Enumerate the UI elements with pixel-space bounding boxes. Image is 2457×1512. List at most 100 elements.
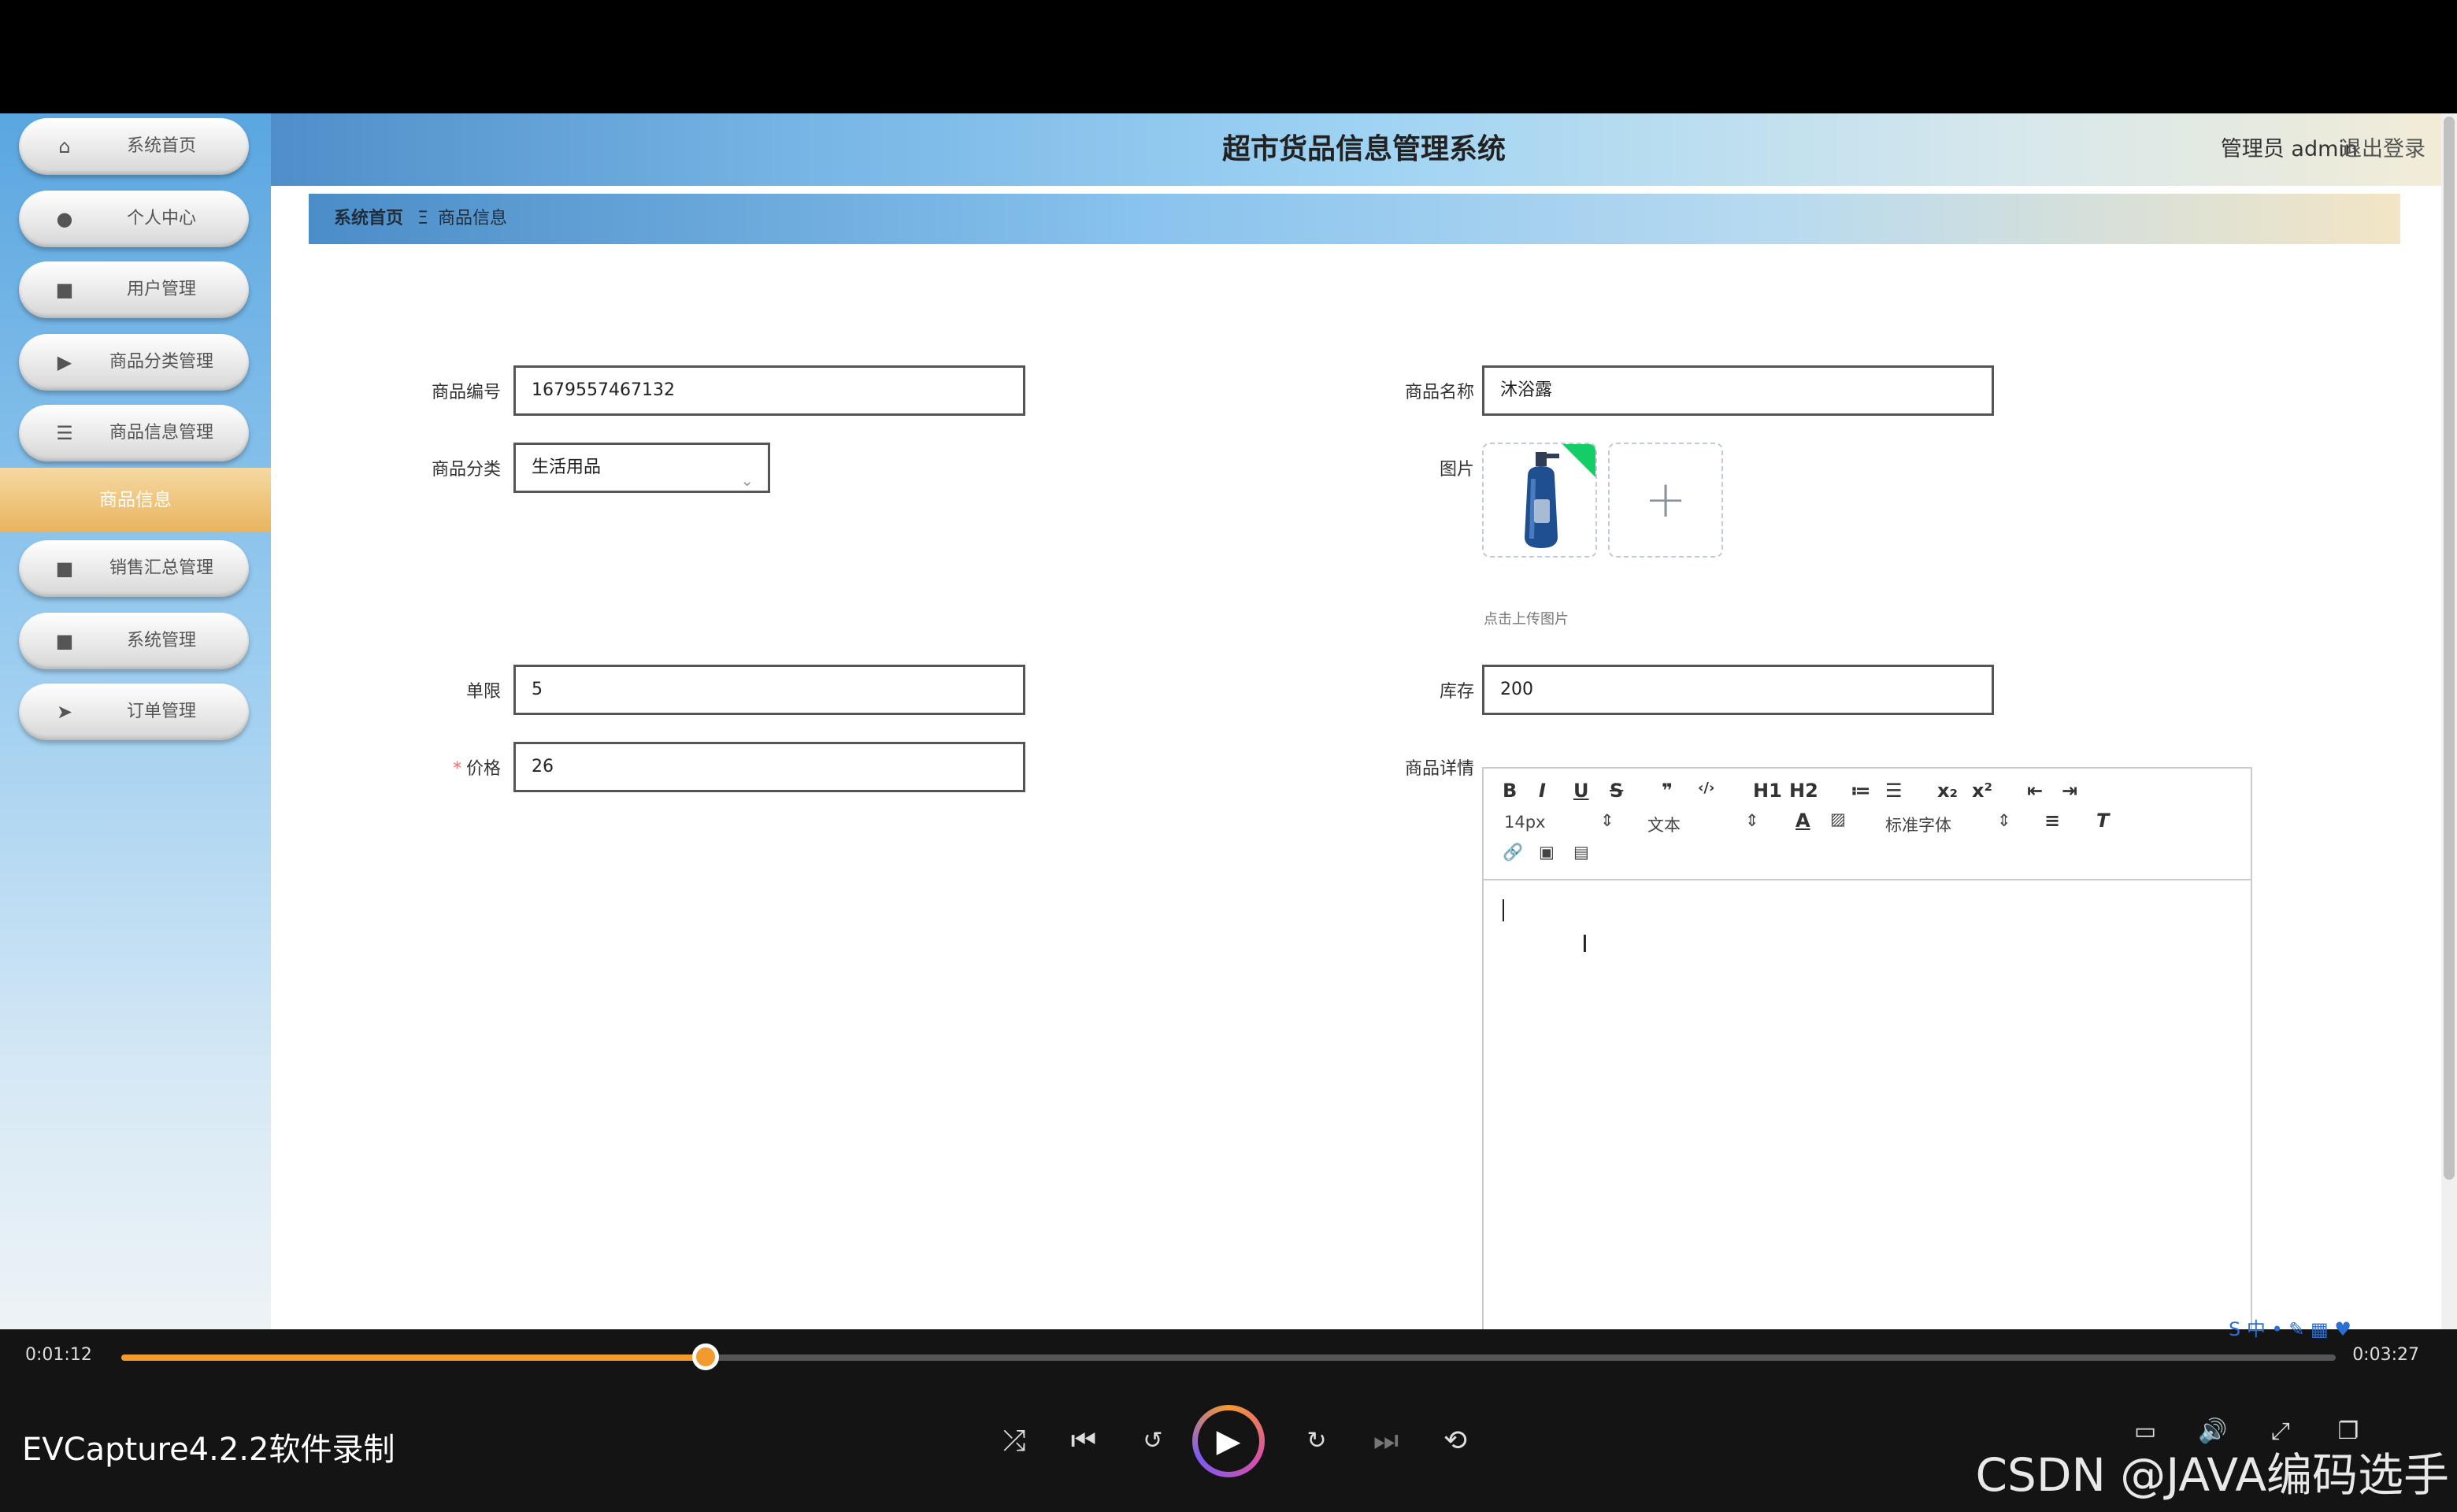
csdn-watermark: CSDN @JAVA编码选手 (1975, 1448, 2450, 1502)
scrollbar-thumb[interactable] (2444, 117, 2455, 1180)
ime-tray-icons: S 中 • ✎ ▦ ♥ (2229, 1318, 2351, 1340)
price-label-text: 价格 (465, 759, 501, 779)
next-icon[interactable]: ⏭ (1362, 1418, 1410, 1465)
grid-icon: ■ (55, 558, 74, 580)
breadcrumb: 系统首页 Ξ 商品信息 (309, 194, 2400, 244)
image-icon[interactable]: ▣ (1539, 843, 1555, 862)
repeat-off-icon[interactable]: ⟲ (1432, 1418, 1479, 1465)
stock-input[interactable]: 200 (1482, 665, 1994, 715)
code-input[interactable]: 1679557467132 (513, 365, 1025, 416)
editor-toolbar: B I U S ❞ ‹/› H1 H2 ≔ ☰ x₂ x² ⇤ ⇥ 14px ⇕… (1484, 769, 2251, 880)
name-input[interactable]: 沐浴露 (1482, 365, 1994, 416)
upload-success-badge (1562, 444, 1595, 478)
user-icon: ● (56, 208, 73, 230)
quote-button[interactable]: ❞ (1662, 780, 1673, 802)
sidebar-item-label: 个人中心 (126, 209, 196, 228)
current-user: 管理员 admin (2220, 137, 2358, 161)
breadcrumb-current: 商品信息 (438, 209, 508, 228)
video-black-bar (0, 0, 2457, 113)
chevron-down-icon: ⌄ (740, 471, 754, 490)
page-scrollbar[interactable] (2441, 113, 2457, 1329)
add-image-button[interactable]: + (1608, 443, 1723, 558)
sidebar-item-home[interactable]: ⌂ 系统首页 (19, 118, 249, 175)
sidebar-item-users[interactable]: ■ 用户管理 (19, 261, 249, 318)
background-color-icon[interactable]: ▨ (1830, 810, 1846, 828)
sidebar-item-label: 系统首页 (126, 136, 196, 156)
font-size-arrows-icon: ⇕ (1600, 811, 1614, 830)
uploaded-image-thumbnail[interactable] (1482, 443, 1597, 558)
logout-link[interactable]: 退出登录 (2340, 113, 2426, 186)
outdent-button[interactable]: ⇤ (2027, 780, 2043, 802)
text-caret (1503, 899, 1504, 921)
font-family-select[interactable]: 标准字体 (1885, 813, 1951, 836)
sidebar-item-products[interactable]: ☰ 商品信息管理 (19, 405, 249, 461)
stock-label: 库存 (1439, 682, 1474, 702)
superscript-button[interactable]: x² (1972, 780, 1992, 802)
price-label: * 价格 (375, 754, 501, 780)
image-label: 图片 (1439, 460, 1474, 480)
clear-format-icon[interactable]: T (2096, 810, 2109, 832)
sidebar-item-label: 销售汇总管理 (109, 558, 213, 578)
align-icon[interactable]: ≡ (2044, 810, 2060, 832)
category-label: 商品分类 (431, 460, 501, 480)
progress-knob[interactable] (692, 1343, 720, 1370)
sidebar-item-label: 用户管理 (126, 280, 196, 299)
recorder-brand: EVCapture4.2.2软件录制 (22, 1432, 395, 1468)
home-icon: ⌂ (58, 135, 71, 158)
name-label: 商品名称 (1404, 383, 1474, 402)
h2-button[interactable]: H2 (1789, 780, 1818, 802)
indent-button[interactable]: ⇥ (2062, 780, 2077, 802)
font-color-icon[interactable]: A (1796, 810, 1810, 832)
limit-label: 单限 (465, 682, 501, 702)
italic-button[interactable]: I (1539, 780, 1546, 802)
bullet-list-button[interactable]: ☰ (1885, 780, 1903, 802)
code-label: 商品编号 (431, 383, 501, 402)
app-header: 超市货品信息管理系统 管理员 admin 退出登录 (271, 113, 2457, 186)
ordered-list-button[interactable]: ≔ (1851, 780, 1871, 802)
format-arrows-icon: ⇕ (1745, 811, 1759, 830)
rewind-10-icon[interactable]: ↺ (1129, 1418, 1177, 1465)
progress-track[interactable] (121, 1354, 2336, 1361)
shuffle-icon[interactable]: ⤮ (991, 1418, 1038, 1465)
elapsed-time: 0:01:12 (25, 1345, 92, 1365)
category-select[interactable]: 生活用品 ⌄ (513, 443, 770, 493)
list-icon: ☰ (56, 422, 73, 444)
limit-input[interactable]: 5 (513, 665, 1025, 715)
breadcrumb-home[interactable]: 系统首页 (334, 194, 403, 244)
font-size-select[interactable]: 14px (1504, 813, 1545, 832)
video-player-controls: S 中 • ✎ ▦ ♥ 0:01:12 0:03:27 EVCapture4.2… (0, 1318, 2457, 1512)
required-marker: * (452, 759, 461, 779)
strike-button[interactable]: S (1610, 780, 1623, 802)
previous-icon[interactable]: ⏮ (1060, 1418, 1107, 1465)
grid-icon: ■ (55, 279, 74, 301)
price-input[interactable]: 26 (513, 742, 1025, 792)
total-time: 0:03:27 (2352, 1345, 2419, 1365)
sidebar-item-label: 商品信息管理 (109, 423, 213, 443)
link-icon[interactable]: 🔗 (1503, 843, 1523, 862)
sidebar-item-categories[interactable]: ▶ 商品分类管理 (19, 334, 249, 391)
sidebar-item-system[interactable]: ■ 系统管理 (19, 613, 249, 669)
sidebar-subitem-product-info[interactable]: 商品信息 (0, 468, 271, 532)
bold-button[interactable]: B (1503, 780, 1517, 802)
format-select[interactable]: 文本 (1647, 813, 1681, 836)
upload-hint: 点击上传图片 (1484, 611, 1569, 628)
rich-text-editor[interactable]: B I U S ❞ ‹/› H1 H2 ≔ ☰ x₂ x² ⇤ ⇥ 14px ⇕… (1482, 767, 2252, 1329)
sidebar-item-label: 订单管理 (126, 702, 196, 721)
sidebar-item-sales[interactable]: ■ 销售汇总管理 (19, 540, 249, 597)
subscript-button[interactable]: x₂ (1937, 780, 1958, 802)
font-family-arrows-icon: ⇕ (1997, 811, 2011, 830)
sidebar-item-profile[interactable]: ● 个人中心 (19, 191, 249, 247)
code-button[interactable]: ‹/› (1698, 780, 1714, 796)
video-icon: ▶ (57, 351, 72, 373)
progress-fill (121, 1354, 706, 1361)
forward-30-icon[interactable]: ↻ (1293, 1418, 1340, 1465)
sidebar: ⌂ 系统首页 ● 个人中心 ■ 用户管理 ▶ 商品分类管理 ☰ 商品信息管理 商… (0, 113, 271, 1329)
app-window: ⌂ 系统首页 ● 个人中心 ■ 用户管理 ▶ 商品分类管理 ☰ 商品信息管理 商… (0, 113, 2457, 1329)
sidebar-item-label: 商品分类管理 (109, 352, 213, 372)
breadcrumb-separator: Ξ (417, 209, 428, 228)
underline-button[interactable]: U (1573, 780, 1589, 802)
h1-button[interactable]: H1 (1753, 780, 1782, 802)
video-embed-icon[interactable]: ▤ (1573, 843, 1589, 862)
sidebar-item-orders[interactable]: ➤ 订单管理 (19, 684, 249, 740)
play-button[interactable]: ▶ (1192, 1405, 1265, 1477)
